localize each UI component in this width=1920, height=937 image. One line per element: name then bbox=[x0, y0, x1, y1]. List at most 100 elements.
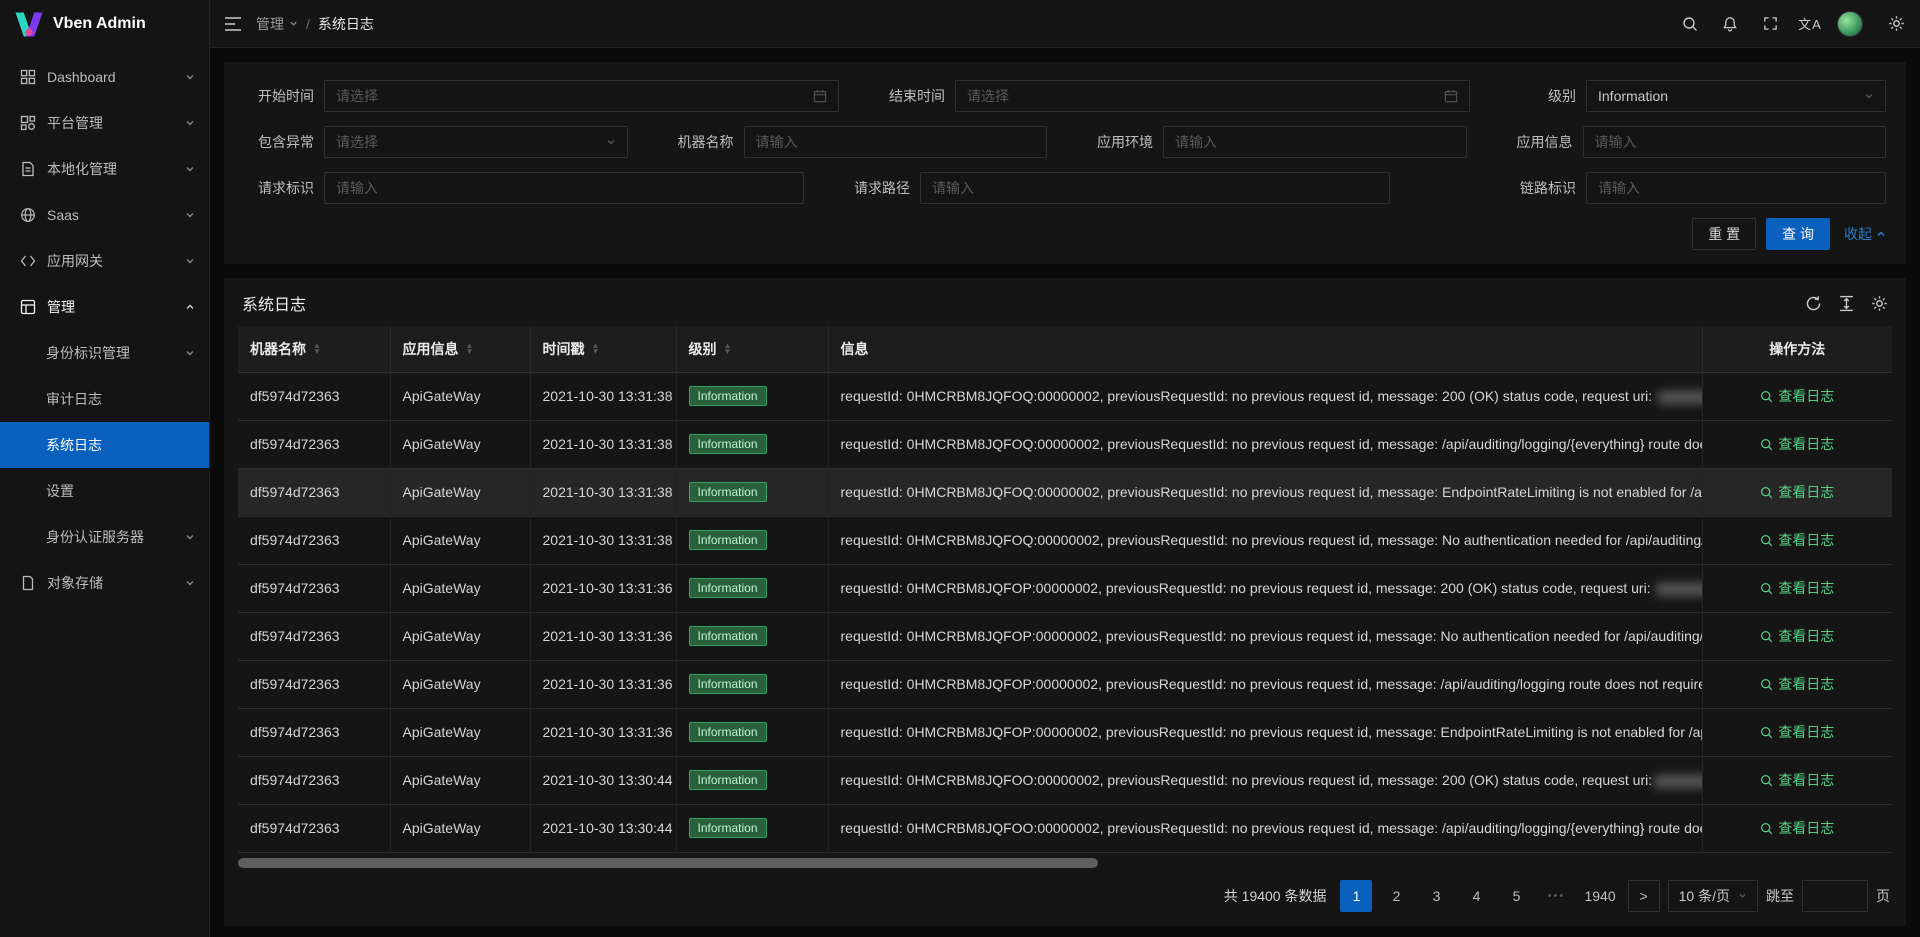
view-log-link[interactable]: 查看日志 bbox=[1760, 578, 1834, 598]
scrollbar-thumb[interactable] bbox=[238, 858, 1098, 868]
view-log-link[interactable]: 查看日志 bbox=[1760, 434, 1834, 454]
avatar[interactable] bbox=[1830, 0, 1870, 48]
has-exception-value[interactable] bbox=[336, 134, 598, 150]
collapse-filter-link[interactable]: 收起 bbox=[1844, 224, 1886, 244]
sidebar-item-auth-server[interactable]: 身份认证服务器 bbox=[0, 514, 209, 560]
trace-id-input[interactable] bbox=[1598, 180, 1874, 196]
request-path-input[interactable] bbox=[932, 180, 1378, 196]
management-icon bbox=[20, 299, 37, 315]
page-ellipsis[interactable]: ••• bbox=[1540, 880, 1572, 912]
calendar-icon bbox=[1444, 89, 1458, 103]
request-path-input-wrap[interactable] bbox=[920, 172, 1390, 204]
page-button-5[interactable]: 5 bbox=[1500, 880, 1532, 912]
magnifier-icon bbox=[1760, 822, 1773, 835]
magnifier-icon bbox=[1760, 534, 1773, 547]
dashboard-icon bbox=[20, 69, 37, 85]
level-select[interactable] bbox=[1586, 80, 1886, 112]
view-log-link[interactable]: 查看日志 bbox=[1760, 770, 1834, 790]
app-layout: Vben Admin Dashboard bbox=[0, 0, 1920, 937]
search-button[interactable]: 查 询 bbox=[1766, 218, 1830, 250]
reset-button[interactable]: 重 置 bbox=[1692, 218, 1756, 250]
sidebar-item-audit-logs[interactable]: 审计日志 bbox=[0, 376, 209, 422]
request-id-input[interactable] bbox=[336, 180, 792, 196]
chevron-down-icon bbox=[185, 532, 195, 542]
field-app-info: 应用信息 bbox=[1503, 126, 1887, 158]
view-log-link[interactable]: 查看日志 bbox=[1760, 530, 1834, 550]
column-header-app[interactable]: 应用信息 ▲▼ bbox=[390, 326, 530, 372]
view-log-link[interactable]: 查看日志 bbox=[1760, 626, 1834, 646]
filter-actions: 重 置 查 询 收起 bbox=[244, 218, 1886, 250]
settings-gear-icon[interactable] bbox=[1876, 0, 1916, 48]
column-header-time[interactable]: 时间戳 ▲▼ bbox=[530, 326, 676, 372]
column-header-actions: 操作方法 bbox=[1702, 326, 1892, 372]
trace-id-input-wrap[interactable] bbox=[1586, 172, 1886, 204]
end-time-picker[interactable] bbox=[955, 80, 1470, 112]
end-time-input[interactable] bbox=[967, 88, 1436, 104]
page-button-2[interactable]: 2 bbox=[1380, 880, 1412, 912]
machine-name-input-wrap[interactable] bbox=[744, 126, 1048, 158]
table-row: df5974d72363ApiGateWay2021-10-30 13:31:3… bbox=[238, 468, 1892, 516]
start-time-input[interactable] bbox=[336, 88, 805, 104]
sidebar-item-platform-management[interactable]: 平台管理 bbox=[0, 100, 209, 146]
column-height-icon[interactable] bbox=[1838, 295, 1855, 312]
sort-icons: ▲▼ bbox=[724, 343, 732, 355]
view-log-link[interactable]: 查看日志 bbox=[1760, 386, 1834, 406]
table-settings-gear-icon[interactable] bbox=[1871, 295, 1888, 312]
page-content: 开始时间 结束时间 bbox=[210, 48, 1920, 937]
start-time-picker[interactable] bbox=[324, 80, 839, 112]
pagination: 共 19400 条数据 1 2 3 4 5 ••• 1940 > 10 条/页 … bbox=[224, 868, 1906, 920]
page-button-4[interactable]: 4 bbox=[1460, 880, 1492, 912]
table-row: df5974d72363ApiGateWay2021-10-30 13:31:3… bbox=[238, 612, 1892, 660]
log-table-wrap: 机器名称 ▲▼ 应用信息 ▲▼ 时间戳 ▲▼ bbox=[224, 326, 1906, 853]
column-header-machine[interactable]: 机器名称 ▲▼ bbox=[238, 326, 390, 372]
table-row: df5974d72363ApiGateWay2021-10-30 13:30:4… bbox=[238, 804, 1892, 852]
filter-panel: 开始时间 结束时间 bbox=[224, 62, 1906, 264]
sidebar-item-system-logs[interactable]: 系统日志 bbox=[0, 422, 209, 468]
level-select-value[interactable] bbox=[1598, 88, 1856, 104]
field-machine-name: 机器名称 bbox=[664, 126, 1048, 158]
page-button-last[interactable]: 1940 bbox=[1580, 880, 1619, 912]
app-env-input[interactable] bbox=[1175, 134, 1455, 150]
sidebar-item-settings[interactable]: 设置 bbox=[0, 468, 209, 514]
logo[interactable]: Vben Admin bbox=[0, 0, 209, 48]
translate-icon[interactable]: 文A bbox=[1790, 0, 1830, 48]
calendar-icon bbox=[813, 89, 827, 103]
view-log-link[interactable]: 查看日志 bbox=[1760, 674, 1834, 694]
redacted-text bbox=[1656, 583, 1702, 596]
sidebar-item-management[interactable]: 管理 bbox=[0, 284, 209, 330]
notification-bell-icon[interactable] bbox=[1710, 0, 1750, 48]
machine-name-input[interactable] bbox=[756, 134, 1036, 150]
has-exception-select[interactable] bbox=[324, 126, 628, 158]
log-table-panel: 系统日志 bbox=[224, 278, 1906, 926]
sidebar-item-object-storage[interactable]: 对象存储 bbox=[0, 560, 209, 606]
magnifier-icon bbox=[1760, 678, 1773, 691]
app-info-input[interactable] bbox=[1595, 134, 1875, 150]
view-log-link[interactable]: 查看日志 bbox=[1760, 722, 1834, 742]
app-info-input-wrap[interactable] bbox=[1583, 126, 1887, 158]
fullscreen-icon[interactable] bbox=[1750, 0, 1790, 48]
view-log-link[interactable]: 查看日志 bbox=[1760, 818, 1834, 838]
sidebar-fold-icon[interactable] bbox=[210, 0, 256, 48]
sidebar-item-saas[interactable]: Saas bbox=[0, 192, 209, 238]
level-badge: Information bbox=[689, 530, 767, 550]
next-page-button[interactable]: > bbox=[1628, 880, 1660, 912]
sidebar-item-dashboard[interactable]: Dashboard bbox=[0, 54, 209, 100]
refresh-icon[interactable] bbox=[1805, 295, 1822, 312]
page-button-1[interactable]: 1 bbox=[1340, 880, 1372, 912]
request-id-input-wrap[interactable] bbox=[324, 172, 804, 204]
jump-page-input[interactable] bbox=[1802, 880, 1868, 912]
field-request-id: 请求标识 bbox=[244, 172, 804, 204]
page-size-select[interactable]: 10 条/页 bbox=[1668, 880, 1758, 912]
view-log-link[interactable]: 查看日志 bbox=[1760, 482, 1834, 502]
column-header-level[interactable]: 级别 ▲▼ bbox=[676, 326, 828, 372]
search-icon[interactable] bbox=[1670, 0, 1710, 48]
page-button-3[interactable]: 3 bbox=[1420, 880, 1452, 912]
level-badge: Information bbox=[689, 434, 767, 454]
app-env-input-wrap[interactable] bbox=[1163, 126, 1467, 158]
sidebar-item-app-gateway[interactable]: 应用网关 bbox=[0, 238, 209, 284]
sidebar-item-identity-management[interactable]: 身份标识管理 bbox=[0, 330, 209, 376]
sidebar-item-localization-management[interactable]: 本地化管理 bbox=[0, 146, 209, 192]
chevron-down-icon bbox=[185, 210, 195, 220]
breadcrumb-parent[interactable]: 管理 bbox=[256, 14, 298, 34]
field-level: 级别 bbox=[1506, 80, 1886, 112]
